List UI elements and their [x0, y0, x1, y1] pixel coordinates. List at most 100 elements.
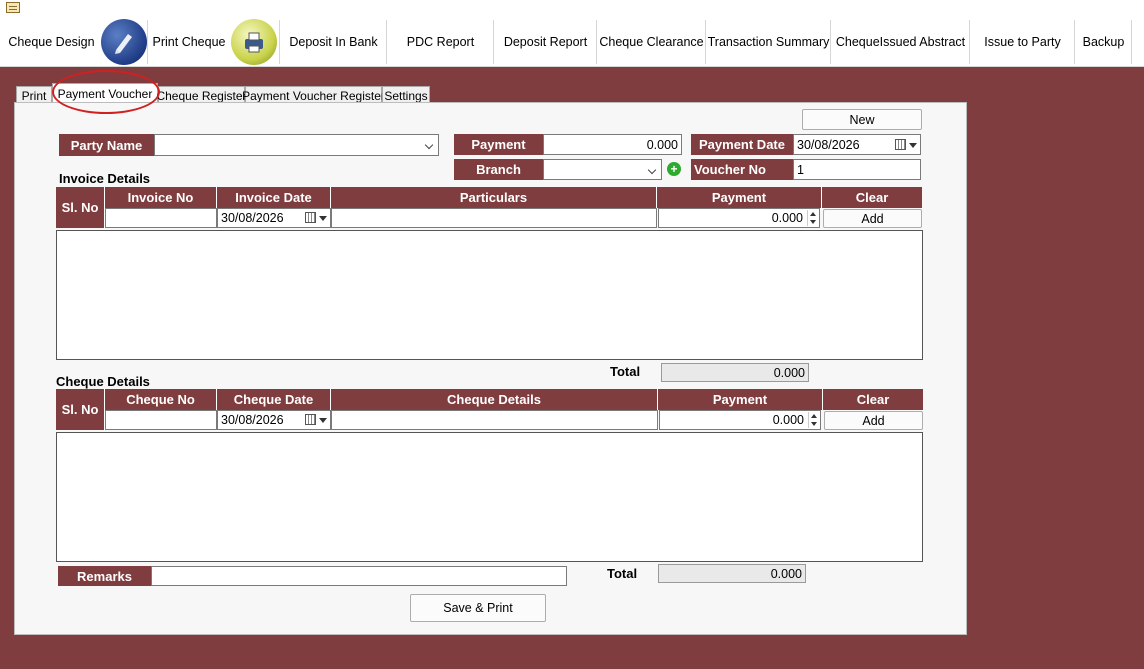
- tab-payment-voucher-label: Payment Voucher: [57, 87, 153, 101]
- invoice-total-label: Total: [610, 364, 641, 379]
- deposit-in-bank-button[interactable]: Deposit In Bank: [281, 20, 387, 64]
- invoice-date-value: 30/08/2026: [221, 211, 284, 225]
- voucher-no-label: Voucher No: [691, 159, 793, 180]
- calendar-icon[interactable]: [305, 212, 316, 223]
- cheque-payment-value: 0.000: [772, 413, 804, 427]
- invoice-payment-value: 0.000: [771, 211, 803, 225]
- save-print-label: Save & Print: [443, 601, 513, 615]
- transaction-summary-label: Transaction Summary: [707, 35, 830, 49]
- cheque-total-value: 0.000: [770, 566, 802, 581]
- cheque-col-clear[interactable]: Clear: [823, 389, 923, 410]
- new-button[interactable]: New: [802, 109, 922, 130]
- party-name-label-text: Party Name: [70, 137, 143, 153]
- cheque-col-cheque-date: Cheque Date: [217, 389, 331, 410]
- tab-cheque-register-label: Cheque Register: [156, 88, 247, 103]
- invoice-col-slno: Sl. No: [56, 187, 105, 228]
- pdc-report-label: PDC Report: [406, 35, 475, 49]
- add-branch-icon[interactable]: +: [667, 162, 681, 176]
- pdc-report-button[interactable]: PDC Report: [388, 20, 494, 64]
- branch-label: Branch: [454, 159, 543, 180]
- cheque-clearance-button[interactable]: Cheque Clearance: [598, 20, 706, 64]
- invoice-no-input[interactable]: [105, 208, 217, 228]
- new-button-label: New: [849, 112, 875, 127]
- cheque-add-label: Add: [862, 413, 885, 428]
- cheque-details-input[interactable]: [331, 410, 658, 430]
- cheque-clearance-label: Cheque Clearance: [599, 35, 704, 49]
- invoice-list[interactable]: [56, 230, 923, 360]
- cheque-col-clear-label: Clear: [856, 392, 890, 407]
- voucher-no-field[interactable]: 1: [793, 159, 921, 180]
- pen-icon: [100, 19, 147, 65]
- cheque-col-cheque-no-label: Cheque No: [126, 392, 195, 407]
- title-bar: [0, 0, 1144, 17]
- tab-payment-voucher[interactable]: Payment Voucher: [52, 83, 158, 104]
- payment-label: Payment: [454, 134, 543, 155]
- payment-date-label: Payment Date: [691, 134, 793, 155]
- cheque-col-slno-label: Sl. No: [61, 402, 99, 417]
- cheque-col-cheque-details-label: Cheque Details: [447, 392, 541, 407]
- particulars-input[interactable]: [331, 208, 657, 228]
- cheque-issued-abstract-button[interactable]: ChequeIssued Abstract: [832, 20, 970, 64]
- issue-to-party-button[interactable]: Issue to Party: [971, 20, 1075, 64]
- chevron-down-icon[interactable]: [649, 167, 658, 173]
- app-menu-icon[interactable]: [6, 2, 20, 13]
- deposit-report-label: Deposit Report: [503, 35, 588, 49]
- invoice-col-payment: Payment: [657, 187, 822, 208]
- party-name-label: Party Name: [59, 134, 154, 156]
- remarks-input[interactable]: [151, 566, 567, 586]
- cheque-payment-stepper[interactable]: 0.000: [659, 410, 821, 430]
- dropdown-arrow-icon[interactable]: [909, 142, 917, 148]
- calendar-icon[interactable]: [895, 138, 906, 150]
- cheque-col-payment: Payment: [658, 389, 823, 410]
- invoice-details-title: Invoice Details: [59, 171, 151, 186]
- chevron-down-icon[interactable]: [426, 142, 435, 148]
- invoice-col-invoice-no: Invoice No: [105, 187, 217, 208]
- invoice-add-button[interactable]: Add: [823, 209, 922, 228]
- invoice-add-label: Add: [861, 211, 884, 226]
- invoice-date-picker[interactable]: 30/08/2026: [217, 208, 331, 228]
- payment-label-text: Payment: [471, 137, 526, 152]
- printer-icon: [231, 19, 278, 65]
- party-name-combobox[interactable]: [154, 134, 439, 156]
- backup-button[interactable]: Backup: [1076, 20, 1132, 64]
- cheque-design-button[interactable]: Cheque Design: [6, 19, 148, 65]
- dropdown-arrow-icon[interactable]: [319, 418, 327, 423]
- save-print-button[interactable]: Save & Print: [410, 594, 546, 622]
- print-cheque-button[interactable]: Print Cheque: [149, 19, 280, 65]
- dropdown-arrow-icon[interactable]: [319, 216, 327, 221]
- spinner-icon[interactable]: [807, 210, 818, 226]
- print-cheque-label: Print Cheque: [152, 35, 226, 49]
- cheque-add-button[interactable]: Add: [824, 411, 923, 430]
- cheque-col-slno: Sl. No: [56, 389, 105, 430]
- cheque-date-picker[interactable]: 30/08/2026: [217, 410, 331, 430]
- invoice-col-particulars: Particulars: [331, 187, 657, 208]
- invoice-col-invoice-no-label: Invoice No: [127, 190, 194, 205]
- invoice-col-clear-label: Clear: [855, 190, 889, 205]
- transaction-summary-button[interactable]: Transaction Summary: [707, 20, 831, 64]
- invoice-col-payment-label: Payment: [711, 190, 767, 205]
- payment-field[interactable]: 0.000: [543, 134, 682, 155]
- invoice-col-clear[interactable]: Clear: [822, 187, 922, 208]
- cheque-details-title: Cheque Details: [56, 374, 150, 389]
- invoice-payment-stepper[interactable]: 0.000: [658, 208, 820, 228]
- payment-date-picker[interactable]: 30/08/2026: [793, 134, 921, 155]
- voucher-no-value: 1: [797, 162, 804, 177]
- cheque-issued-abstract-label: ChequeIssued Abstract: [835, 35, 966, 49]
- toolbar: Cheque Design Print Cheque Deposit In Ba…: [0, 17, 1144, 67]
- invoice-total-field: 0.000: [661, 363, 809, 382]
- deposit-report-button[interactable]: Deposit Report: [495, 20, 597, 64]
- branch-label-text: Branch: [476, 162, 521, 177]
- calendar-icon[interactable]: [305, 414, 316, 425]
- spinner-icon[interactable]: [808, 412, 819, 428]
- cheque-date-value: 30/08/2026: [221, 413, 284, 427]
- cheque-total-label: Total: [607, 566, 638, 581]
- cheque-col-cheque-no: Cheque No: [105, 389, 217, 410]
- branch-combobox[interactable]: [543, 159, 662, 180]
- remarks-label: Remarks: [58, 566, 151, 586]
- payment-value: 0.000: [646, 137, 678, 152]
- cheque-list[interactable]: [56, 432, 923, 562]
- remarks-label-text: Remarks: [77, 568, 132, 584]
- invoice-total-value: 0.000: [773, 365, 805, 380]
- cheque-no-input[interactable]: [105, 410, 217, 430]
- tab-payment-voucher-register-label: Payment Voucher Register: [242, 88, 385, 103]
